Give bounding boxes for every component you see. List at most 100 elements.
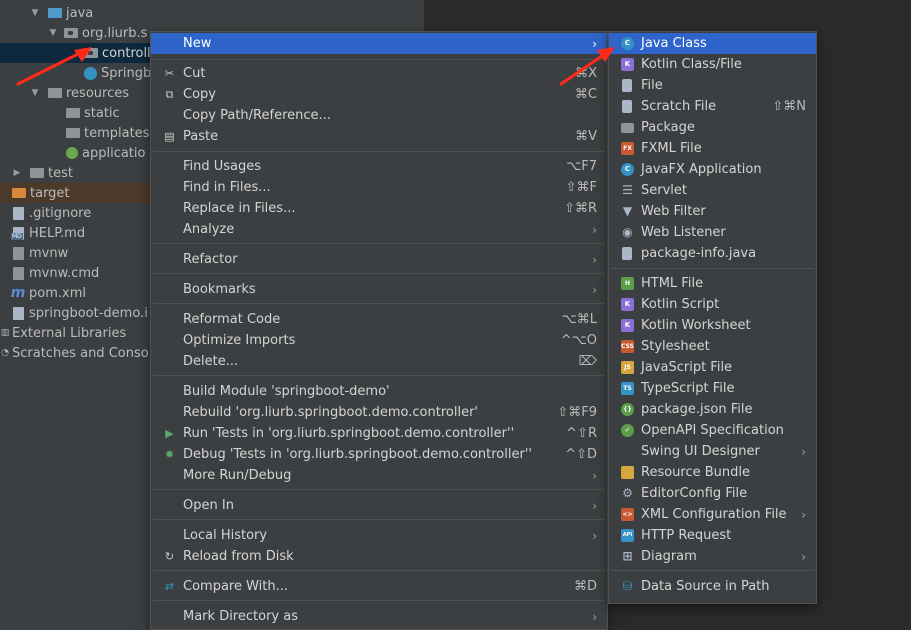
chevron-down-icon[interactable]: ▼ [30,8,40,18]
reload-icon: ↻ [164,550,175,563]
gear-icon: ⚙ [622,486,633,500]
js-icon: JS [621,361,634,374]
submenu-item-servlet[interactable]: ☰ Servlet [609,180,816,201]
menu-item-reformat-code[interactable]: Reformat Code ⌥⌘L [151,309,607,330]
submenu-item-web-listener[interactable]: ◉ Web Listener [609,222,816,243]
servlet-icon: ☰ [622,183,633,197]
chevron-right-icon: › [592,282,597,297]
submenu-item-package[interactable]: Package [609,117,816,138]
markdown-file-icon: MD [11,226,24,240]
ts-icon: TS [621,382,634,395]
menu-separator [153,59,605,60]
submenu-item-fxml-file[interactable]: FX FXML File [609,138,816,159]
menu-item-rebuild[interactable]: Rebuild 'org.liurb.springboot.demo.contr… [151,402,607,423]
submenu-item-typescript-file[interactable]: TS TypeScript File [609,378,816,399]
menu-item-local-history[interactable]: Local History › [151,525,607,546]
submenu-item-resource-bundle[interactable]: Resource Bundle [609,462,816,483]
java-class-icon: C [621,37,634,50]
submenu-item-stylesheet[interactable]: CSS Stylesheet [609,336,816,357]
menu-item-cut[interactable]: ✂ Cut ⌘X [151,63,607,84]
menu-item-copy-path[interactable]: Copy Path/Reference... [151,105,607,126]
chevron-right-icon: › [592,252,597,267]
menu-item-debug-tests[interactable]: ✹ Debug 'Tests in 'org.liurb.springboot.… [151,444,607,465]
scratch-file-icon [622,100,632,113]
menu-separator [153,519,605,520]
submenu-item-xml-configuration[interactable]: <> XML Configuration File › [609,504,816,525]
menu-separator [153,303,605,304]
submenu-item-file[interactable]: File [609,75,816,96]
resource-bundle-icon [621,466,634,479]
debug-icon: ✹ [164,448,175,461]
folder-icon [48,8,62,18]
submenu-item-openapi[interactable]: ✓ OpenAPI Specification [609,420,816,441]
library-icon: ▥ [0,328,10,338]
menu-item-reload-from-disk[interactable]: ↻ Reload from Disk [151,546,607,567]
file-icon [622,79,632,92]
paste-icon: ▤ [164,130,175,143]
menu-item-delete[interactable]: Delete... ⌦ [151,351,607,372]
chevron-right-icon[interactable]: ▶ [12,168,22,178]
submenu-item-data-source[interactable]: ⛁ Data Source in Path [609,576,816,597]
submenu-item-package-info[interactable]: package-info.java [609,243,816,264]
kotlin-worksheet-icon: K [621,319,634,332]
menu-item-open-in[interactable]: Open In › [151,495,607,516]
submenu-item-html-file[interactable]: H HTML File [609,273,816,294]
package-icon [621,123,634,133]
openapi-icon: ✓ [621,424,634,437]
menu-item-mark-directory-as[interactable]: Mark Directory as › [151,606,607,627]
submenu-item-swing-ui-designer[interactable]: Swing UI Designer › [609,441,816,462]
menu-item-paste[interactable]: ▤ Paste ⌘V [151,126,607,147]
package-folder-icon [64,28,78,38]
run-icon: ▶ [165,427,174,440]
submenu-item-kotlin-class[interactable]: K Kotlin Class/File [609,54,816,75]
submenu-item-java-class[interactable]: C Java Class [609,33,816,54]
submenu-item-package-json[interactable]: {} package.json File [609,399,816,420]
menu-item-run-tests[interactable]: ▶ Run 'Tests in 'org.liurb.springboot.de… [151,423,607,444]
diagram-icon: ⊞ [622,549,633,563]
menu-item-copy[interactable]: ⧉ Copy ⌘C [151,84,607,105]
package-info-icon [622,247,632,260]
annotation-arrow [16,47,92,86]
new-submenu: C Java Class K Kotlin Class/File File Sc… [608,31,817,604]
menu-separator [153,489,605,490]
gitignore-file-icon [13,206,24,220]
submenu-item-kotlin-worksheet[interactable]: K Kotlin Worksheet [609,315,816,336]
chevron-down-icon[interactable]: ▼ [48,28,58,38]
excluded-folder-icon [12,188,26,198]
listener-icon: ◉ [622,225,633,239]
menu-item-analyze[interactable]: Analyze › [151,219,607,240]
menu-separator [153,375,605,376]
menu-separator [611,570,814,571]
chevron-right-icon: › [801,549,806,564]
menu-item-optimize-imports[interactable]: Optimize Imports ^⌥O [151,330,607,351]
menu-item-replace-in-files[interactable]: Replace in Files... ⇧⌘R [151,198,607,219]
submenu-item-scratch-file[interactable]: Scratch File ⇧⌘N [609,96,816,117]
api-icon: API [621,529,634,542]
menu-item-refactor[interactable]: Refactor › [151,249,607,270]
chevron-right-icon: › [592,222,597,237]
scratches-icon: ◔ [1,348,9,358]
chevron-right-icon: › [592,468,597,483]
submenu-item-diagram[interactable]: ⊞ Diagram › [609,546,816,567]
menu-item-find-usages[interactable]: Find Usages ⌥F7 [151,156,607,177]
script-file-icon [13,266,24,280]
kotlin-script-icon: K [621,298,634,311]
fxml-icon: FX [621,142,634,155]
menu-item-build-module[interactable]: Build Module 'springboot-demo' [151,381,607,402]
submenu-item-kotlin-script[interactable]: K Kotlin Script [609,294,816,315]
menu-item-bookmarks[interactable]: Bookmarks › [151,279,607,300]
submenu-item-http-request[interactable]: API HTTP Request [609,525,816,546]
menu-separator [611,268,814,269]
tree-row-java[interactable]: ▼ java [0,3,424,23]
menu-item-compare-with[interactable]: ⇄ Compare With... ⌘D [151,576,607,597]
menu-item-more-run-debug[interactable]: More Run/Debug › [151,465,607,486]
submenu-item-editorconfig[interactable]: ⚙ EditorConfig File [609,483,816,504]
submenu-item-javafx-application[interactable]: C JavaFX Application [609,159,816,180]
menu-separator [153,570,605,571]
folder-icon [30,168,44,178]
menu-item-find-in-files[interactable]: Find in Files... ⇧⌘F [151,177,607,198]
submenu-item-web-filter[interactable]: ▼ Web Filter [609,201,816,222]
chevron-right-icon: › [801,444,806,459]
menu-item-new[interactable]: New › [151,33,607,54]
submenu-item-javascript-file[interactable]: JS JavaScript File [609,357,816,378]
